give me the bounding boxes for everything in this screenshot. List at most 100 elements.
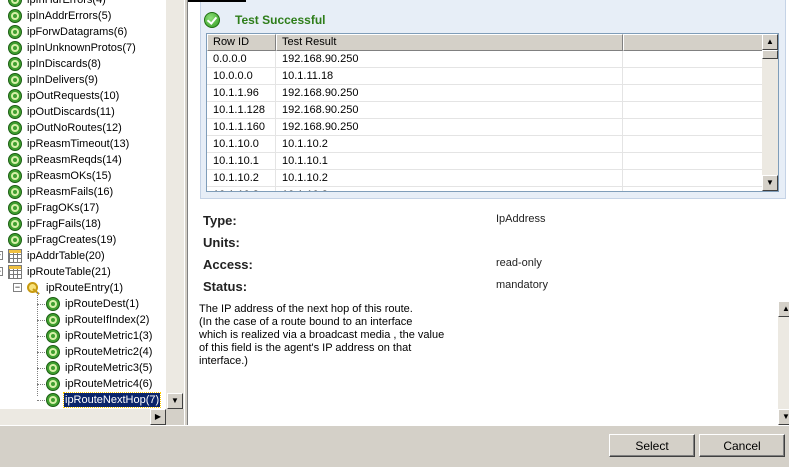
leaf-icon bbox=[8, 201, 22, 215]
tree-item[interactable]: ipFragFails(18) bbox=[0, 216, 166, 232]
collapse-icon[interactable]: − bbox=[0, 267, 3, 276]
description-scroll-down-button[interactable]: ▼ bbox=[778, 409, 789, 425]
table-cell: 0.0.0.0 bbox=[207, 51, 276, 68]
description-scroll-up-button[interactable]: ▲ bbox=[778, 301, 789, 317]
table-cell: 10.1.10.1 bbox=[207, 153, 276, 170]
tree-connector bbox=[37, 336, 45, 337]
result-grid[interactable]: Row ID Test Result 0.0.0.0 192.168.90.250… bbox=[206, 33, 779, 192]
tree-item-label: ipRouteEntry(1) bbox=[46, 282, 124, 294]
tree-item[interactable]: ipRouteMetric2(4) bbox=[0, 344, 166, 360]
leaf-icon bbox=[46, 393, 60, 407]
type-label: Type: bbox=[203, 213, 237, 228]
tree-item[interactable]: ipReasmTimeout(13) bbox=[0, 136, 166, 152]
tree-item-label: ipReasmTimeout(13) bbox=[27, 138, 130, 150]
table-row[interactable]: 10.1.10.310.1.10.3 bbox=[207, 187, 763, 191]
column-header-test-result[interactable]: Test Result bbox=[276, 34, 623, 51]
tree-connector bbox=[37, 320, 45, 321]
tree-item[interactable]: − ipRouteEntry(1) bbox=[0, 280, 166, 296]
tree-horizontal-scrollbar[interactable]: ▶ bbox=[0, 409, 166, 425]
tree-item[interactable]: ipFragOKs(17) bbox=[0, 200, 166, 216]
tree-vertical-scrollbar[interactable]: ▼ bbox=[166, 0, 184, 409]
tree-item[interactable]: ipInHdrErrors(4) bbox=[0, 0, 166, 8]
description-text: The IP address of the next hop of this r… bbox=[199, 303, 445, 367]
grid-vertical-scrollbar[interactable]: ▲ ▼ bbox=[762, 34, 778, 191]
table-cell: 192.168.90.250 bbox=[276, 102, 623, 119]
grid-scroll-up-button[interactable]: ▲ bbox=[762, 34, 778, 50]
tree-item-label: ipRouteIfIndex(2) bbox=[65, 314, 150, 326]
grid-scroll-down-button[interactable]: ▼ bbox=[762, 175, 778, 191]
leaf-icon bbox=[8, 137, 22, 151]
tree-item[interactable]: ipReasmReqds(14) bbox=[0, 152, 166, 168]
column-header-extra[interactable] bbox=[623, 34, 763, 51]
tree-item[interactable]: ipRouteMetric4(6) bbox=[0, 376, 166, 392]
leaf-icon bbox=[8, 57, 22, 71]
tree-connector bbox=[37, 352, 45, 353]
expand-icon[interactable]: + bbox=[0, 251, 3, 260]
table-cell: 192.168.90.250 bbox=[276, 119, 623, 136]
tree-scroll-down-button[interactable]: ▼ bbox=[167, 393, 183, 409]
tree-connector bbox=[37, 304, 45, 305]
cancel-button[interactable]: Cancel bbox=[699, 434, 785, 457]
mib-tree-pane[interactable]: ipInHdrErrors(4) ipInAddrErrors(5) ipForwD… bbox=[0, 0, 184, 425]
tree-item[interactable]: ipInAddrErrors(5) bbox=[0, 8, 166, 24]
tree-item[interactable]: ipRouteNextHop(7) bbox=[0, 392, 166, 408]
table-cell: 10.1.10.2 bbox=[207, 170, 276, 187]
grid-header: Row ID Test Result bbox=[207, 34, 763, 51]
leaf-icon bbox=[46, 329, 60, 343]
tree-item[interactable]: ipRouteDest(1) bbox=[0, 296, 166, 312]
table-row[interactable]: 10.1.10.2 10.1.10.2 bbox=[207, 170, 763, 187]
description-vertical-scrollbar[interactable]: ▲ ▼ bbox=[778, 301, 789, 425]
table-cell: 192.168.90.250 bbox=[276, 51, 623, 68]
table-icon bbox=[8, 265, 22, 279]
grid-scroll-thumb[interactable] bbox=[762, 50, 778, 59]
status-label: Status: bbox=[203, 279, 248, 294]
table-cell bbox=[623, 102, 763, 119]
table-row[interactable]: 10.1.1.160 192.168.90.250 bbox=[207, 119, 763, 136]
tree-item-label: ipFragCreates(19) bbox=[27, 234, 117, 246]
tree-item[interactable]: ipInDiscards(8) bbox=[0, 56, 166, 72]
tree-scroll-thumb[interactable] bbox=[167, 0, 183, 393]
table-row[interactable]: 10.1.1.96 192.168.90.250 bbox=[207, 85, 763, 102]
tree-item[interactable]: ipReasmOKs(15) bbox=[0, 168, 166, 184]
table-icon bbox=[8, 249, 22, 263]
tree-scroll-right-button[interactable]: ▶ bbox=[150, 409, 166, 425]
table-cell: 10.1.10.1 bbox=[276, 153, 623, 170]
tree-item[interactable]: ipRouteIfIndex(2) bbox=[0, 312, 166, 328]
leaf-icon bbox=[8, 9, 22, 23]
tree-item[interactable]: ipRouteMetric1(3) bbox=[0, 328, 166, 344]
select-button[interactable]: Select bbox=[609, 434, 695, 457]
collapse-icon[interactable]: − bbox=[13, 283, 22, 292]
status-value: mandatory bbox=[496, 279, 548, 291]
table-row[interactable]: 10.1.1.128 192.168.90.250 bbox=[207, 102, 763, 119]
mib-tree[interactable]: ipInHdrErrors(4) ipInAddrErrors(5) ipForwD… bbox=[0, 0, 166, 408]
tree-item[interactable]: ipFragCreates(19) bbox=[0, 232, 166, 248]
tree-item[interactable]: ipOutRequests(10) bbox=[0, 88, 166, 104]
tree-item[interactable]: ipInDelivers(9) bbox=[0, 72, 166, 88]
table-row[interactable]: 10.1.10.0 10.1.10.2 bbox=[207, 136, 763, 153]
tree-item[interactable]: ipInUnknownProtos(7) bbox=[0, 40, 166, 56]
table-row[interactable]: 0.0.0.0 192.168.90.250 bbox=[207, 51, 763, 68]
table-row[interactable]: 10.1.10.1 10.1.10.1 bbox=[207, 153, 763, 170]
leaf-icon bbox=[46, 377, 60, 391]
table-cell: 10.1.10.3 bbox=[207, 187, 276, 191]
table-row[interactable]: 10.0.0.0 10.1.11.18 bbox=[207, 68, 763, 85]
column-header-row-id[interactable]: Row ID bbox=[207, 34, 276, 51]
leaf-icon bbox=[46, 361, 60, 375]
leaf-icon bbox=[8, 233, 22, 247]
table-cell: 10.1.10.2 bbox=[276, 170, 623, 187]
tree-item[interactable]: − ipRouteTable(21) bbox=[0, 264, 166, 280]
tree-item-label: ipRouteMetric2(4) bbox=[65, 346, 153, 358]
tree-item[interactable]: + ipAddrTable(20) bbox=[0, 248, 166, 264]
tree-item[interactable]: ipOutDiscards(11) bbox=[0, 104, 166, 120]
tree-item[interactable]: ipOutNoRoutes(12) bbox=[0, 120, 166, 136]
tree-item-label: ipReasmOKs(15) bbox=[27, 170, 112, 182]
tree-item[interactable]: ipReasmFails(16) bbox=[0, 184, 166, 200]
table-cell bbox=[623, 170, 763, 187]
leaf-icon bbox=[8, 41, 22, 55]
table-cell: 10.1.10.0 bbox=[207, 136, 276, 153]
tree-item-label: ipAddrTable(20) bbox=[27, 250, 105, 262]
tree-item[interactable]: ipForwDatagrams(6) bbox=[0, 24, 166, 40]
description-box[interactable]: The IP address of the next hop of this r… bbox=[198, 301, 789, 425]
tree-item[interactable]: ipRouteMetric3(5) bbox=[0, 360, 166, 376]
tree-item-label: ipInDelivers(9) bbox=[27, 74, 98, 86]
